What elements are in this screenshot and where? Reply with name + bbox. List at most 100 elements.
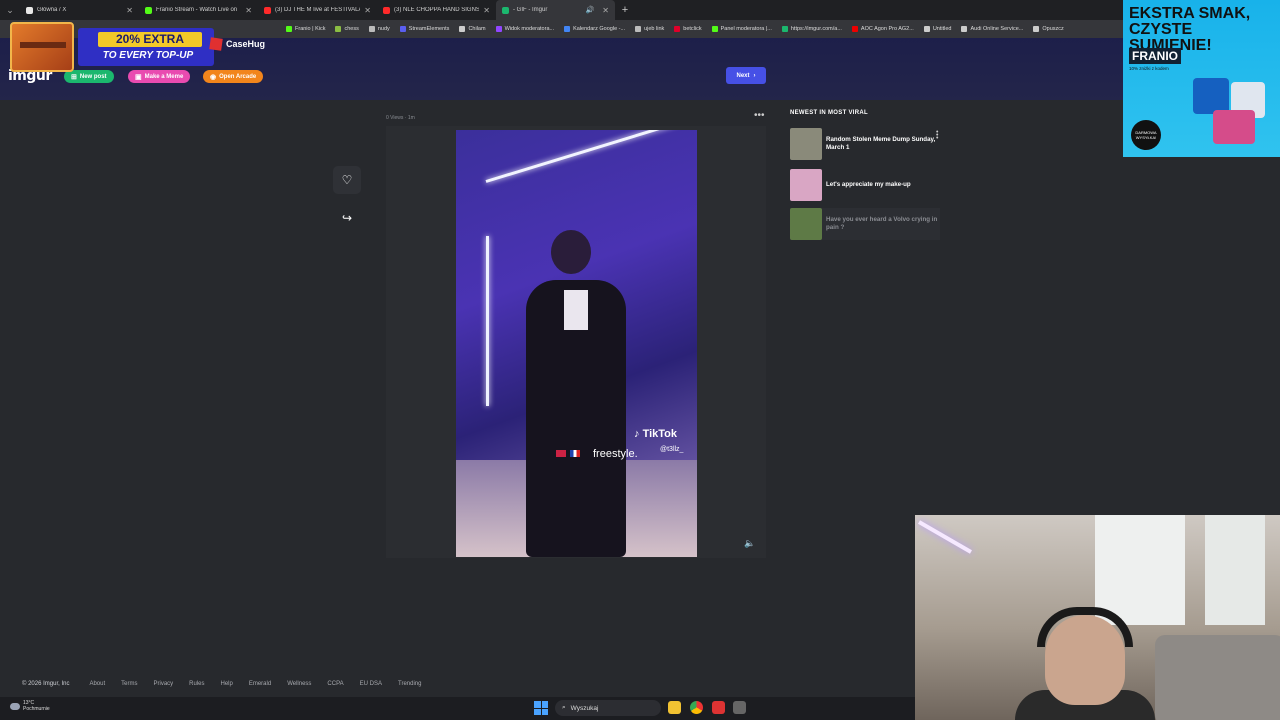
imgur-favicon-icon: [502, 6, 509, 14]
bookmark-item[interactable]: betclick: [674, 26, 702, 32]
bookmark-item[interactable]: https://imgur.com/a...: [781, 26, 842, 32]
favorite-heart-button[interactable]: ♡: [333, 166, 361, 194]
bookmark-item[interactable]: AOC Agon Pro AG2...: [851, 26, 914, 32]
treasure-chest-image: [10, 22, 74, 72]
share-button[interactable]: ↪: [333, 208, 361, 228]
casehug-promo-banner[interactable]: 20% EXTRA TO EVERY TOP-UP CaseHug: [10, 22, 274, 72]
taskbar-search[interactable]: ⌕ Wyszukaj: [555, 700, 661, 716]
open-arcade-label: Open Arcade: [219, 73, 257, 80]
cloud-icon: [10, 702, 20, 710]
bookmark-label: Widok moderatora...: [504, 26, 555, 32]
plus-icon: ⊞: [71, 73, 77, 81]
casehug-logo-icon: [209, 37, 223, 51]
chevron-right-icon: ›: [753, 72, 756, 79]
app-icon[interactable]: [712, 701, 725, 714]
post-video[interactable]: freestyle. ♪ TikTok @t3llz_: [456, 130, 697, 557]
bookmark-label: Untitled: [932, 26, 952, 32]
bookmark-item[interactable]: Opuszcz: [1033, 26, 1064, 32]
sidebar-post-item[interactable]: Have you ever heard a Volvo crying in pa…: [790, 208, 940, 240]
footer-link-help[interactable]: Help: [221, 681, 233, 687]
tab-close-icon[interactable]: ✕: [483, 6, 490, 15]
scroll-indicator-icon: • • •: [936, 129, 939, 142]
tab-list-chevron-icon[interactable]: ⌄: [0, 0, 20, 20]
search-icon: ⌕: [562, 704, 566, 711]
tab-youtube-nle[interactable]: (3) NLE CHOPPA HAND SIGNS ✕: [377, 0, 496, 20]
bookmark-label: AOC Agon Pro AG2...: [860, 26, 914, 32]
share-arrow-icon: ↪: [341, 211, 353, 225]
bookmark-favicon-icon: [711, 26, 718, 32]
next-button[interactable]: Next ›: [726, 67, 766, 84]
weather-widget[interactable]: 13°C Pochmurnie: [10, 700, 50, 712]
bookmark-item[interactable]: Franio | Kick: [286, 26, 325, 32]
bookmark-item[interactable]: Kalendarz Google -...: [564, 26, 625, 32]
bookmark-label: betclick: [683, 26, 702, 32]
tab-x[interactable]: Główna / X ✕: [20, 0, 139, 20]
bookmark-item[interactable]: ujeb link: [635, 26, 664, 32]
bookmark-item[interactable]: Audi Online Service...: [961, 26, 1023, 32]
volume-icon[interactable]: 🔈: [744, 538, 755, 549]
sidebar-post-item[interactable]: Random Stolen Meme Dump Sunday, March 1: [790, 128, 940, 160]
bookmark-favicon-icon: [335, 26, 342, 32]
footer-link-rules[interactable]: Rules: [189, 681, 204, 687]
room-window: [1095, 515, 1185, 625]
person-shirt: [564, 290, 588, 330]
france-flag-icon: [570, 450, 580, 457]
bookmark-label: Kalendarz Google -...: [573, 26, 626, 32]
bookmark-favicon-icon: [923, 26, 930, 32]
bookmark-favicon-icon: [781, 26, 788, 32]
tiktok-handle: @t3llz_: [660, 446, 684, 453]
tab-close-icon[interactable]: ✕: [245, 6, 252, 15]
bookmark-item[interactable]: Untitled: [923, 26, 952, 32]
bookmark-item[interactable]: Widok moderatora...: [495, 26, 555, 32]
bookmark-label: ujeb link: [644, 26, 665, 32]
chrome-icon[interactable]: [690, 701, 703, 714]
franio-ad[interactable]: EKSTRA SMAK, CZYSTE SUMIENIE! FRANIO 10%…: [1123, 0, 1280, 157]
footer-link-ccpa[interactable]: CCPA: [327, 681, 343, 687]
bookmark-label: nudy: [377, 26, 390, 32]
tab-label: (3) NLE CHOPPA HAND SIGNS: [394, 7, 480, 13]
ad-headline: EKSTRA SMAK, CZYSTE SUMIENIE!: [1129, 5, 1251, 54]
sidebar-post-title: Have you ever heard a Volvo crying in pa…: [826, 216, 938, 231]
tiktok-note-icon: ♪: [634, 428, 640, 440]
tab-close-icon[interactable]: ✕: [126, 6, 133, 15]
file-explorer-icon[interactable]: [668, 701, 681, 714]
more-options-icon[interactable]: •••: [754, 110, 765, 121]
footer-link-eu-dsa[interactable]: EU DSA: [360, 681, 382, 687]
footer-link-privacy[interactable]: Privacy: [153, 681, 173, 687]
speaker-icon[interactable]: 🔊: [586, 6, 595, 14]
bookmark-favicon-icon: [564, 26, 571, 32]
bookmark-favicon-icon: [851, 26, 858, 32]
footer-link-wellness[interactable]: Wellness: [287, 681, 311, 687]
sidebar-post-item[interactable]: Let's appreciate my make-up: [790, 169, 940, 201]
new-post-label: New post: [79, 73, 107, 80]
windows-start-icon[interactable]: [534, 701, 548, 715]
bookmark-favicon-icon: [961, 26, 968, 32]
ad-brand: FRANIO: [1129, 48, 1181, 64]
flag-icons: [556, 450, 590, 458]
youtube-favicon-icon: [264, 6, 271, 14]
bookmark-label: Opuszcz: [1042, 26, 1064, 32]
weather-text: 13°C Pochmurnie: [23, 700, 50, 712]
bookmark-favicon-icon: [459, 26, 466, 32]
tab-kick[interactable]: Franio Stream - Watch Live on ✕: [139, 0, 258, 20]
bookmark-item[interactable]: Chilam: [459, 26, 486, 32]
bookmark-item[interactable]: nudy: [368, 26, 390, 32]
app-icon[interactable]: [733, 701, 746, 714]
tab-close-icon[interactable]: ✕: [602, 6, 609, 15]
promo-brand-label: CaseHug: [226, 39, 266, 49]
webcam-overlay: [915, 515, 1280, 720]
footer-link-about[interactable]: About: [89, 681, 105, 687]
post-meta: 0 Views · 1m: [386, 115, 415, 121]
footer-link-emerald[interactable]: Emerald: [249, 681, 271, 687]
new-tab-plus-icon[interactable]: +: [615, 4, 635, 16]
bookmark-item[interactable]: StreamElements: [399, 26, 449, 32]
tab-close-icon[interactable]: ✕: [364, 6, 371, 15]
bookmark-item[interactable]: chess: [335, 26, 359, 32]
bookmark-item[interactable]: Panel moderatora |...: [711, 26, 772, 32]
tab-imgur[interactable]: - GIF - Imgur 🔊 ✕: [496, 0, 615, 20]
weather-desc: Pochmurnie: [23, 706, 50, 712]
footer-link-trending[interactable]: Trending: [398, 681, 421, 687]
footer-link-terms[interactable]: Terms: [121, 681, 137, 687]
bookmark-label: chess: [344, 26, 359, 32]
tab-youtube-dj[interactable]: (3) DJ THE M live at FESTIVALA ✕: [258, 0, 377, 20]
